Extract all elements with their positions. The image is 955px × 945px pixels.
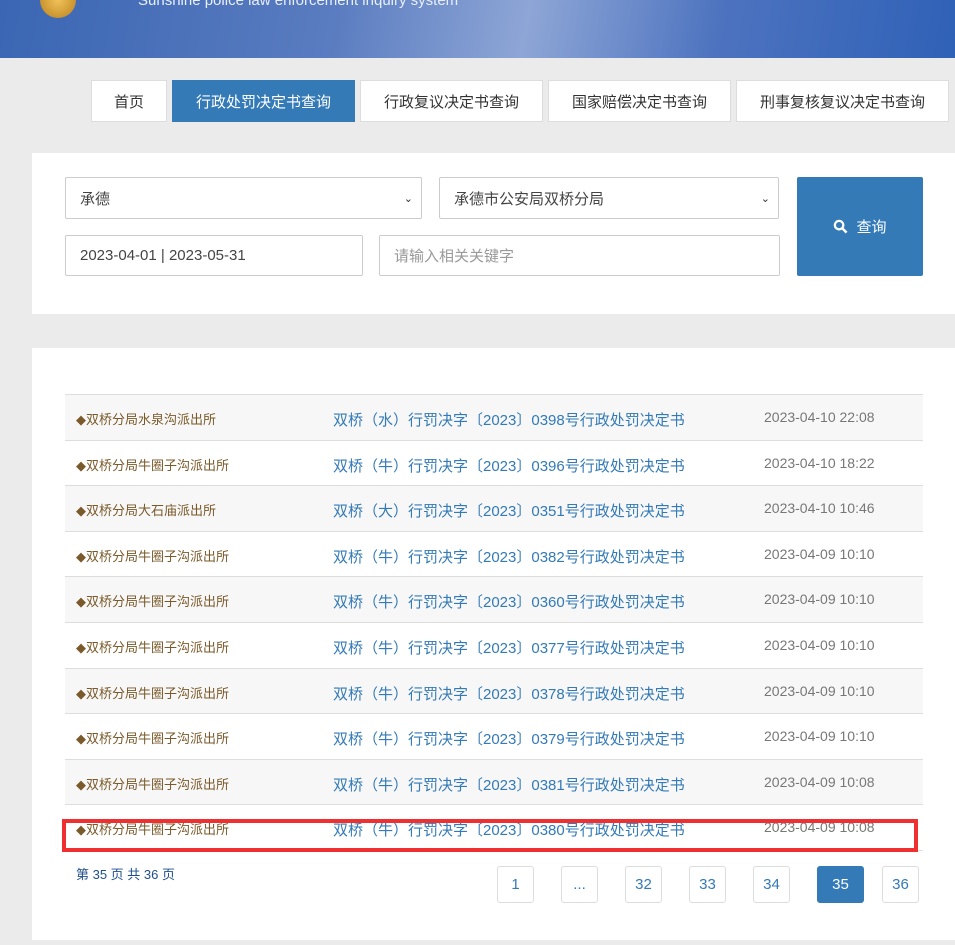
table-row: ◆双桥分局牛圈子沟派出所 双桥（牛）行罚决字〔2023〕0377号行政处罚决定书 2…	[65, 623, 923, 669]
table-row: ◆双桥分局牛圈子沟派出所 双桥（牛）行罚决字〔2023〕0378号行政处罚决定书 2…	[65, 668, 923, 715]
decision-date: 2023-04-10 10:46	[764, 500, 875, 517]
decision-date: 2023-04-09 10:10	[764, 682, 875, 699]
decision-date: 2023-04-09 10:10	[764, 728, 875, 745]
branch-name: ◆双桥分局牛圈子沟派出所	[76, 685, 229, 701]
table-row: ◆双桥分局水泉沟派出所 双桥（水）行罚决字〔2023〕0398号行政处罚决定书 20…	[65, 395, 923, 441]
tab-state-compensation[interactable]: 国家赔偿决定书查询	[548, 80, 731, 122]
table-row: ◆双桥分局牛圈子沟派出所 双桥（牛）行罚决字〔2023〕0396号行政处罚决定书 2…	[65, 441, 923, 487]
decision-date: 2023-04-09 10:08	[764, 773, 875, 790]
city-select[interactable]: 承德 ⌄	[65, 177, 422, 219]
decision-date: 2023-04-10 22:08	[764, 409, 875, 425]
decision-link[interactable]: 双桥（牛）行罚决字〔2023〕0379号行政处罚决定书	[333, 728, 685, 749]
decision-link[interactable]: 双桥（牛）行罚决字〔2023〕0382号行政处罚决定书	[333, 546, 685, 567]
tab-home[interactable]: 首页	[91, 80, 167, 122]
header-subtitle: Sunshine police law enforcement inquiry …	[138, 0, 459, 9]
branch-name: ◆双桥分局牛圈子沟派出所	[76, 594, 229, 610]
page-button[interactable]: 35	[817, 866, 864, 903]
decision-link[interactable]: 双桥（牛）行罚决字〔2023〕0396号行政处罚决定书	[333, 455, 685, 476]
branch-name: ◆双桥分局水泉沟派出所	[76, 412, 216, 427]
page-button[interactable]: 32	[625, 866, 662, 903]
page-button[interactable]: 36	[882, 866, 919, 903]
branch-name: ◆双桥分局牛圈子沟派出所	[76, 776, 229, 792]
search-icon	[834, 219, 848, 234]
decision-link[interactable]: 双桥（牛）行罚决字〔2023〕0360号行政处罚决定书	[333, 591, 685, 612]
branch-name: ◆双桥分局牛圈子沟派出所	[76, 457, 229, 473]
tab-admin-penalty[interactable]: 行政处罚决定书查询	[172, 80, 355, 122]
decision-link[interactable]: 双桥（水）行罚决字〔2023〕0398号行政处罚决定书	[333, 409, 685, 430]
highlight-box	[62, 819, 918, 852]
tab-criminal-review[interactable]: 刑事复核复议决定书查询	[736, 80, 949, 122]
page-button[interactable]: 1	[497, 866, 534, 903]
header-banner: Sunshine police law enforcement inquiry …	[0, 0, 955, 58]
query-button[interactable]: 查询	[797, 177, 923, 276]
table-row: ◆双桥分局大石庙派出所 双桥（大）行罚决字〔2023〕0351号行政处罚决定书 20…	[65, 486, 923, 532]
keyword-input[interactable]: 请输入相关关键字	[379, 235, 780, 276]
branch-name: ◆双桥分局牛圈子沟派出所	[76, 548, 229, 564]
decision-link[interactable]: 双桥（牛）行罚决字〔2023〕0378号行政处罚决定书	[333, 683, 685, 704]
city-value: 承德	[80, 190, 111, 208]
decision-date: 2023-04-09 10:10	[764, 591, 875, 608]
date-range-input[interactable]: 2023-04-01 | 2023-05-31	[65, 235, 363, 276]
branch-name: ◆双桥分局牛圈子沟派出所	[76, 639, 229, 655]
table-row: ◆双桥分局牛圈子沟派出所 双桥（牛）行罚决字〔2023〕0360号行政处罚决定书 2…	[65, 577, 923, 623]
decision-date: 2023-04-09 10:10	[764, 545, 875, 562]
table-row: ◆双桥分局牛圈子沟派出所 双桥（牛）行罚决字〔2023〕0382号行政处罚决定书 2…	[65, 532, 923, 578]
branch-name: ◆双桥分局大石庙派出所	[76, 503, 216, 519]
chevron-down-icon: ⌄	[403, 192, 413, 205]
query-label: 查询	[856, 219, 887, 236]
bureau-value: 承德市公安局双桥分局	[454, 190, 605, 208]
table-row: ◆双桥分局牛圈子沟派出所 双桥（牛）行罚决字〔2023〕0379号行政处罚决定书 2…	[65, 714, 923, 760]
chevron-down-icon: ⌄	[760, 192, 770, 205]
page-button[interactable]: ...	[561, 866, 598, 903]
results-list: ◆双桥分局水泉沟派出所 双桥（水）行罚决字〔2023〕0398号行政处罚决定书 20…	[65, 394, 923, 851]
page-info: 第 35 页 共 36 页	[76, 867, 175, 882]
pagination: 1... 32 33 34 35 36	[497, 866, 919, 903]
search-panel: 承德 ⌄ 承德市公安局双桥分局 ⌄ 2023-04-01 | 2023-05-31 …	[32, 153, 955, 314]
bureau-select[interactable]: 承德市公安局双桥分局 ⌄	[439, 177, 779, 219]
branch-name: ◆双桥分局牛圈子沟派出所	[76, 731, 229, 747]
table-row: ◆双桥分局牛圈子沟派出所 双桥（牛）行罚决字〔2023〕0381号行政处罚决定书 2…	[65, 759, 923, 806]
decision-date: 2023-04-09 10:10	[764, 636, 875, 653]
decision-date: 2023-04-10 18:22	[764, 454, 875, 471]
decision-link[interactable]: 双桥（牛）行罚决字〔2023〕0377号行政处罚决定书	[333, 637, 685, 658]
decision-link[interactable]: 双桥（大）行罚决字〔2023〕0351号行政处罚决定书	[333, 500, 685, 521]
tab-admin-review[interactable]: 行政复议决定书查询	[360, 80, 543, 122]
page-button[interactable]: 33	[689, 866, 726, 903]
decision-link[interactable]: 双桥（牛）行罚决字〔2023〕0381号行政处罚决定书	[333, 774, 685, 795]
main-nav: 首页 行政处罚决定书查询 行政复议决定书查询 国家赔偿决定书查询 刑事复核复议决…	[91, 80, 949, 122]
page-button[interactable]: 34	[753, 866, 790, 903]
police-emblem-icon	[40, 0, 76, 18]
